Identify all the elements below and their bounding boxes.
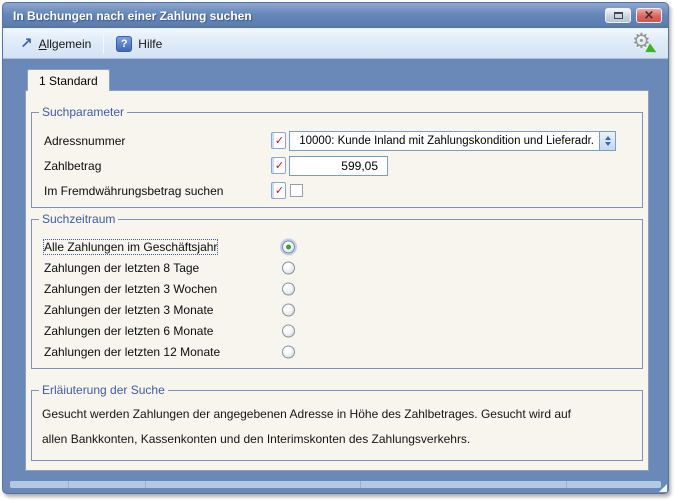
status-divider (68, 481, 69, 488)
help-icon: ? (116, 36, 132, 52)
criteria-active-icon[interactable]: ✓ (271, 132, 286, 149)
option-row: Alle Zahlungen im Geschäftsjahr (32, 236, 642, 257)
option-12-monate-label: Zahlungen der letzten 12 Monate (44, 345, 220, 359)
field-row-fremdwaehrung: Im Fremdwährungsbetrag suchen ✓ (32, 178, 642, 203)
run-settings-button[interactable]: ⚙ (632, 31, 658, 57)
spinner-up-icon (605, 136, 611, 140)
spinner-down-icon (605, 142, 611, 146)
explanation-line-2: allen Bankkonten, Kassenkonten und den I… (32, 432, 642, 446)
main-panel: Suchparameter Adressnummer ✓ 10000: Kund… (25, 90, 649, 471)
group-suchzeitraum-title: Suchzeitraum (39, 212, 118, 226)
window-title: In Buchungen nach einer Zahlung suchen (13, 9, 600, 23)
restore-button[interactable] (605, 8, 631, 23)
hilfe-label: Hilfe (138, 37, 162, 51)
group-suchparameter: Suchparameter Adressnummer ✓ 10000: Kund… (31, 112, 643, 208)
zahlbetrag-input[interactable]: 599,05 (289, 156, 388, 176)
close-button[interactable]: × (636, 8, 662, 23)
option-3-monate-radio[interactable] (282, 303, 295, 316)
option-row: Zahlungen der letzten 3 Monate (32, 299, 642, 320)
option-8-tage-radio[interactable] (282, 261, 295, 274)
toolbar-separator (103, 34, 104, 54)
option-12-monate-radio[interactable] (282, 345, 295, 358)
status-divider (566, 481, 567, 488)
option-row: Zahlungen der letzten 3 Wochen (32, 278, 642, 299)
option-row: Zahlungen der letzten 12 Monate (32, 341, 642, 362)
criteria-active-icon[interactable]: ✓ (271, 157, 286, 174)
adressnummer-label: Adressnummer (44, 134, 271, 148)
restore-icon (614, 12, 623, 19)
titlebar[interactable]: In Buchungen nach einer Zahlung suchen × (3, 3, 668, 28)
tab-standard[interactable]: 1 Standard (27, 69, 110, 91)
option-3-wochen-radio[interactable] (282, 282, 295, 295)
arrow-up-right-icon: ↗ (20, 36, 33, 50)
adressnummer-value: 10000: Kunde Inland mit Zahlungskonditio… (290, 132, 599, 150)
dialog-window: In Buchungen nach einer Zahlung suchen ×… (2, 2, 669, 494)
option-row: Zahlungen der letzten 8 Tage (32, 257, 642, 278)
status-strip (10, 481, 661, 488)
option-geschaeftsjahr-radio[interactable] (282, 240, 295, 253)
toolbar: ↗ Allgemein ? Hilfe ⚙ (3, 28, 668, 59)
group-suchzeitraum: Suchzeitraum Alle Zahlungen im Geschäfts… (31, 219, 643, 369)
explanation-line-1: Gesucht werden Zahlungen der angegebenen… (32, 407, 642, 421)
content-frame: 1 Standard Suchparameter Adressnummer ✓ … (3, 59, 668, 493)
adressnummer-combo[interactable]: 10000: Kunde Inland mit Zahlungskonditio… (289, 131, 616, 151)
allgemein-button[interactable]: ↗ Allgemein (13, 34, 98, 54)
option-6-monate-label: Zahlungen der letzten 6 Monate (44, 324, 213, 338)
group-erlaeuterung-title: Erläiuterung der Suche (39, 383, 168, 397)
option-6-monate-radio[interactable] (282, 324, 295, 337)
option-3-monate-label: Zahlungen der letzten 3 Monate (44, 303, 213, 317)
group-erlaeuterung: Erläiuterung der Suche Gesucht werden Za… (31, 390, 643, 461)
option-3-wochen-label: Zahlungen der letzten 3 Wochen (44, 282, 217, 296)
status-divider (360, 481, 361, 488)
option-8-tage-label: Zahlungen der letzten 8 Tage (44, 261, 199, 275)
group-suchparameter-title: Suchparameter (39, 105, 127, 119)
field-row-zahlbetrag: Zahlbetrag ✓ 599,05 (32, 153, 642, 178)
field-row-adressnummer: Adressnummer ✓ 10000: Kunde Inland mit Z… (32, 128, 642, 153)
option-row: Zahlungen der letzten 6 Monate (32, 320, 642, 341)
hilfe-button[interactable]: ? Hilfe (109, 33, 169, 55)
criteria-active-icon[interactable]: ✓ (271, 182, 286, 199)
resize-grip[interactable] (659, 484, 667, 492)
status-divider (145, 481, 146, 488)
option-geschaeftsjahr-label: Alle Zahlungen im Geschäftsjahr (44, 240, 217, 254)
spinner-button[interactable] (599, 132, 615, 150)
close-icon: × (644, 9, 655, 22)
fremdwaehrung-label: Im Fremdwährungsbetrag suchen (44, 184, 271, 198)
allgemein-label: Allgemein (39, 37, 92, 51)
zahlbetrag-label: Zahlbetrag (44, 159, 271, 173)
fremdwaehrung-checkbox[interactable] (290, 184, 303, 197)
